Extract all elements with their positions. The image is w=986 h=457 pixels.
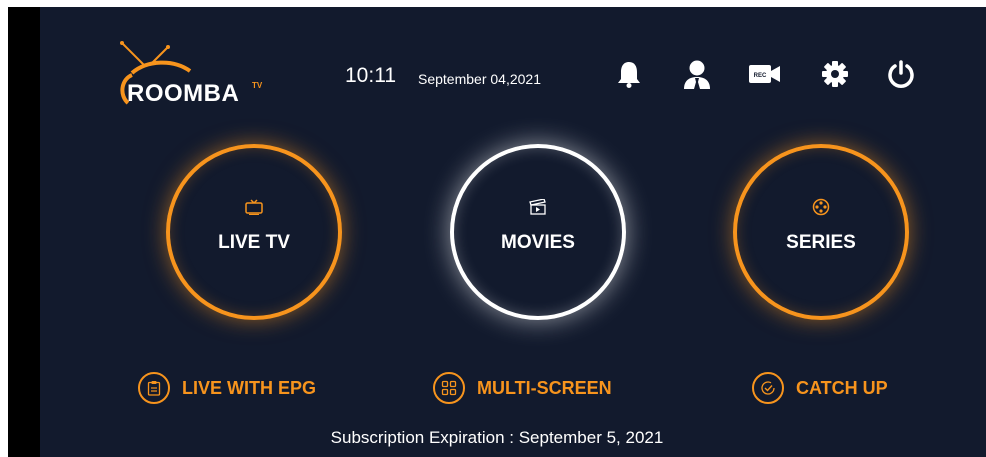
roomba-logo: ROOMBA TV [110, 35, 270, 115]
app-screen: ROOMBA TV 10:11 September 04,2021 REC LI… [8, 7, 986, 457]
tv-icon [245, 196, 263, 218]
recordings-rec-icon[interactable]: REC [748, 57, 782, 91]
settings-gear-icon[interactable] [818, 57, 852, 91]
current-date: September 04,2021 [418, 71, 541, 87]
live-with-epg-label: LIVE WITH EPG [182, 377, 317, 398]
catch-up-button[interactable]: CATCH UP [752, 370, 888, 406]
logo-brand-text: ROOMBA [127, 80, 240, 107]
subscription-expiration-text: Subscription Expiration : September 5, 2… [330, 428, 664, 447]
clipboard-icon [138, 372, 170, 404]
multi-screen-button[interactable]: MULTI-SCREEN [433, 370, 612, 406]
check-circle-icon [752, 372, 784, 404]
left-bezel [8, 7, 40, 457]
rec-icon-text: REC [754, 73, 767, 79]
series-button[interactable]: SERIES [733, 144, 909, 320]
movies-button[interactable]: MOVIES [450, 144, 626, 320]
multi-screen-label: MULTI-SCREEN [477, 377, 612, 398]
live-with-epg-button[interactable]: LIVE WITH EPG [138, 370, 316, 406]
catch-up-label: CATCH UP [796, 377, 888, 398]
user-account-icon[interactable] [680, 57, 714, 91]
series-label: SERIES [786, 232, 856, 253]
clapperboard-icon [529, 196, 547, 218]
grid-icon [433, 372, 465, 404]
power-icon[interactable] [884, 57, 918, 91]
notification-bell-icon[interactable] [612, 57, 646, 91]
movies-label: MOVIES [501, 232, 575, 253]
film-reel-icon [812, 196, 830, 218]
clock-time: 10:11 [345, 64, 396, 87]
live-tv-label: LIVE TV [218, 232, 290, 253]
logo-tv-text: TV [252, 81, 263, 90]
live-tv-button[interactable]: LIVE TV [166, 144, 342, 320]
